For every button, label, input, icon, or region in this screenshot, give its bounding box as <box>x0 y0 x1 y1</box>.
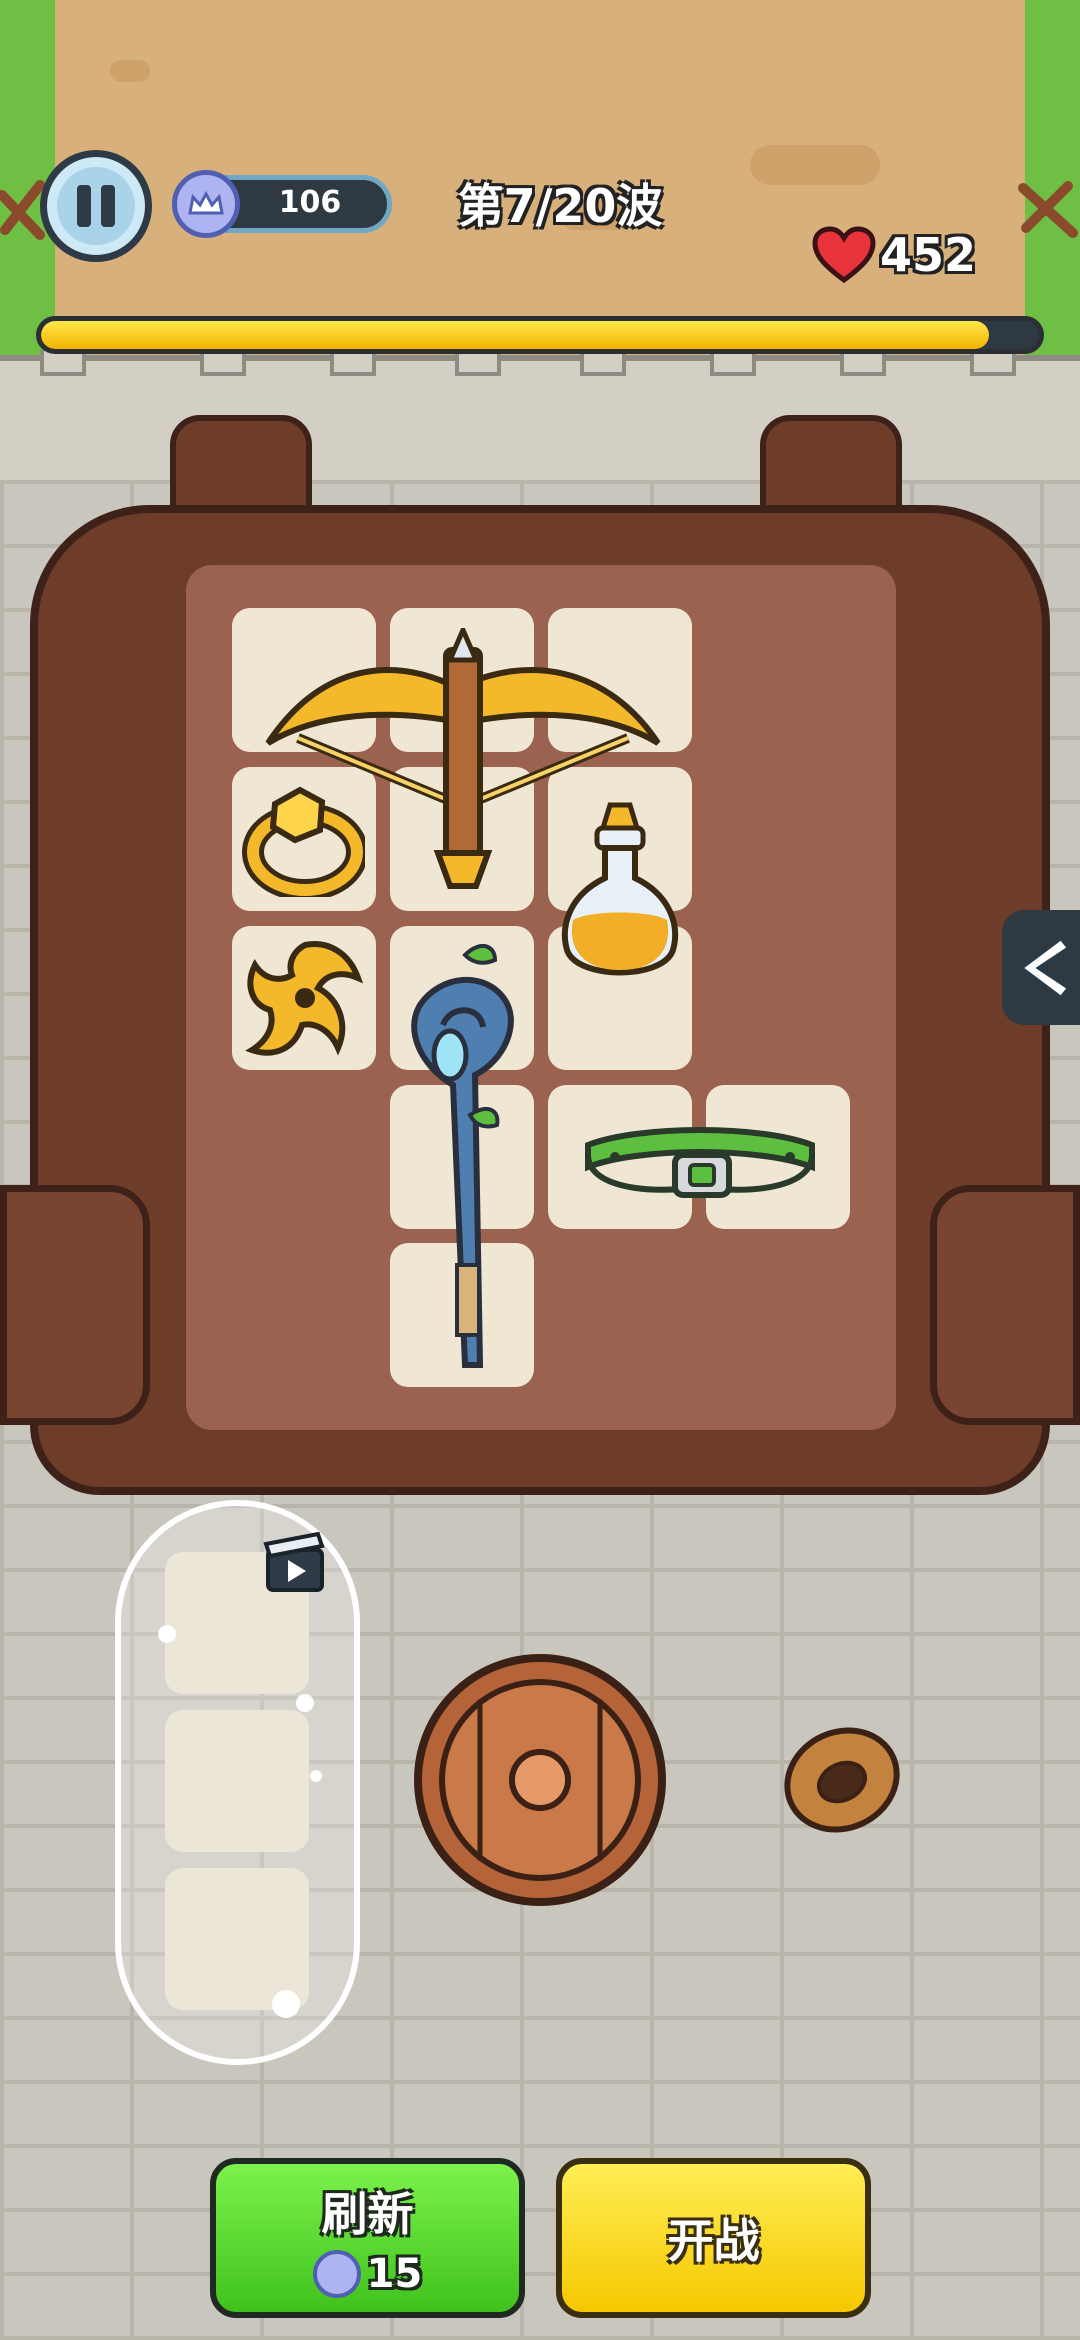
heart-icon <box>812 226 876 284</box>
shuriken-item[interactable] <box>240 930 370 1065</box>
road-patch <box>110 60 150 82</box>
sparkle <box>310 1770 322 1782</box>
wooden-shield-item[interactable] <box>410 1650 670 1910</box>
coin-amount: 106 <box>278 185 342 220</box>
pause-icon <box>101 185 115 227</box>
refresh-cost: 15 <box>312 2250 423 2298</box>
expand-panel-button[interactable] <box>1002 910 1080 1025</box>
pause-icon <box>77 185 91 227</box>
magic-staff-item[interactable] <box>395 935 530 1375</box>
wave-progress-fill <box>41 321 990 349</box>
chevron-left-icon <box>1017 934 1071 1001</box>
crossed-sticks-icon <box>1018 181 1078 238</box>
sparkle <box>158 1625 176 1643</box>
storage-slot[interactable] <box>165 1710 309 1852</box>
wave-progress-bar <box>36 316 1044 354</box>
start-battle-label: 开战 <box>667 2214 760 2268</box>
storage-slot[interactable] <box>165 1868 309 2010</box>
gold-ring-item[interactable] <box>240 782 365 897</box>
potion-item[interactable] <box>555 800 685 990</box>
green-belt-item[interactable] <box>580 1105 820 1200</box>
wall-top <box>0 355 1080 486</box>
sparkle <box>296 1694 314 1712</box>
crown-coin-icon <box>172 170 240 238</box>
refresh-label: 刷新 <box>321 2187 414 2241</box>
refresh-button[interactable]: 刷新 15 <box>210 2158 525 2318</box>
bag-pocket <box>0 1185 150 1425</box>
bag-pocket <box>930 1185 1080 1425</box>
wooden-ring-item[interactable] <box>780 1720 905 1840</box>
video-ad-icon[interactable] <box>262 1532 328 1594</box>
start-battle-button[interactable]: 开战 <box>556 2158 871 2318</box>
road-patch <box>750 145 880 185</box>
wave-indicator: 第7/20波 <box>457 179 663 233</box>
refresh-cost-value: 15 <box>366 2251 423 2297</box>
crown-coin-icon <box>312 2250 361 2298</box>
pause-button[interactable] <box>40 150 152 262</box>
sparkle <box>272 1990 300 2018</box>
hp-value: 452 <box>880 228 977 282</box>
